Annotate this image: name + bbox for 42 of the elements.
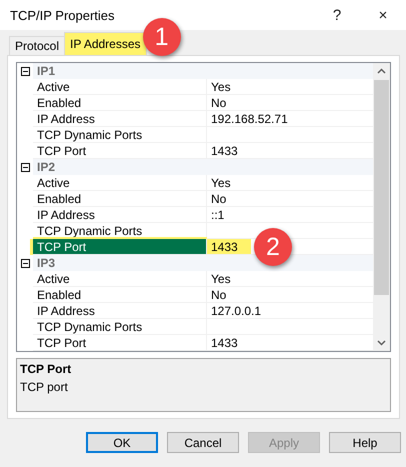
close-button[interactable]: × xyxy=(360,0,406,30)
dialog-button[interactable]: OK xyxy=(86,432,158,453)
property-name[interactable]: IP Address xyxy=(33,207,207,223)
property-value[interactable]: 192.168.52.71 xyxy=(207,111,373,127)
dialog-button[interactable]: Cancel xyxy=(167,432,239,453)
step-badge: 2 xyxy=(254,228,292,266)
dialog-button[interactable]: Help xyxy=(329,432,401,453)
property-value[interactable]: Yes xyxy=(207,271,373,287)
property-value[interactable]: 1433 xyxy=(207,239,251,255)
property-name[interactable]: Active xyxy=(33,271,207,287)
window-title: TCP/IP Properties xyxy=(10,8,116,22)
property-value[interactable]: No xyxy=(207,95,373,111)
tab[interactable]: Protocol xyxy=(9,36,66,55)
property-name[interactable]: Enabled xyxy=(33,191,207,207)
group-header[interactable]: IP1 xyxy=(33,63,373,79)
help-button[interactable]: ? xyxy=(314,0,360,30)
property-name[interactable]: TCP Port xyxy=(33,239,207,255)
scrollbar-thumb[interactable] xyxy=(374,80,389,295)
property-name[interactable]: TCP Port xyxy=(33,335,207,351)
collapse-icon[interactable] xyxy=(20,258,30,268)
property-name[interactable]: Active xyxy=(33,175,207,191)
property-name[interactable]: Enabled xyxy=(33,95,207,111)
property-value[interactable]: No xyxy=(207,287,373,303)
property-name[interactable]: TCP Dynamic Ports xyxy=(33,127,207,143)
property-name[interactable]: Active xyxy=(33,79,207,95)
property-name[interactable]: TCP Dynamic Ports xyxy=(33,319,207,335)
collapse-icon[interactable] xyxy=(20,162,30,172)
tab[interactable]: IP Addresses xyxy=(64,32,147,55)
description-title: TCP Port xyxy=(20,362,72,376)
group-header[interactable]: IP2 xyxy=(33,159,373,175)
property-value[interactable]: ::1 xyxy=(207,207,373,223)
group-header[interactable]: IP3 xyxy=(33,255,373,271)
property-name[interactable]: IP Address xyxy=(33,111,207,127)
property-value[interactable]: Yes xyxy=(207,79,373,95)
collapse-icon[interactable] xyxy=(20,66,30,76)
property-value[interactable]: 1433 xyxy=(207,335,373,351)
property-value[interactable]: No xyxy=(207,191,373,207)
property-value[interactable]: Yes xyxy=(207,175,373,191)
property-name[interactable]: IP Address xyxy=(33,303,207,319)
property-name[interactable]: Enabled xyxy=(33,287,207,303)
property-value[interactable]: 127.0.0.1 xyxy=(207,303,373,319)
description-text: TCP port xyxy=(20,380,69,394)
